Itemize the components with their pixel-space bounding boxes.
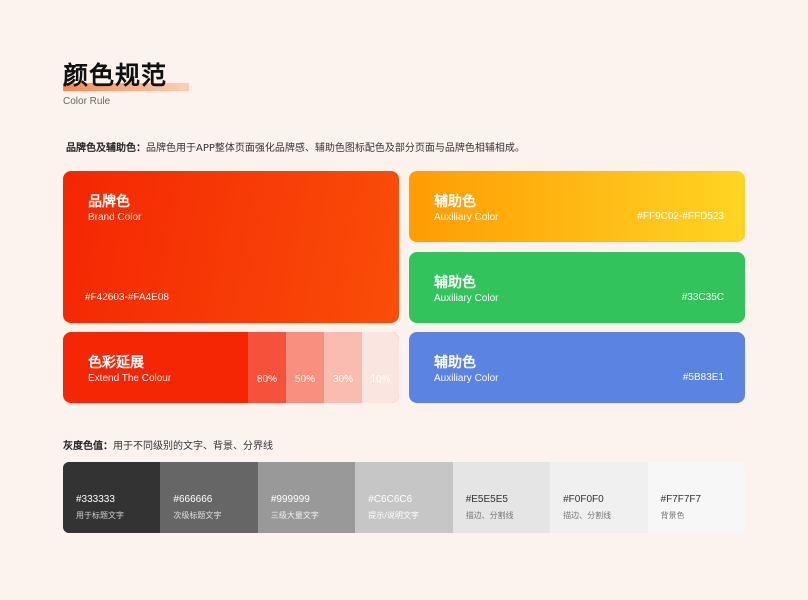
gray-usage: 三级大量文字 <box>270 511 319 520</box>
page-title-block: 颜色规范 <box>63 60 189 92</box>
auxiliary-color-subtitle: Auxiliary Color <box>434 212 499 223</box>
gray-hex: #F7F7F7 <box>660 494 702 505</box>
page-subtitle: Color Rule <box>63 96 111 107</box>
auxiliary-color-title: 辅助色 <box>434 355 476 371</box>
gray-intro: 灰度色值：用于不同级别的文字、背景、分界线 <box>63 437 273 452</box>
gray-swatch: #F7F7F7 背景色 <box>647 462 745 533</box>
gray-usage: 描边、分割线 <box>563 511 612 520</box>
auxiliary-color-subtitle: Auxiliary Color <box>434 293 499 304</box>
auxiliary-color-subtitle: Auxiliary Color <box>434 373 499 384</box>
brand-color-subtitle: Brand Color <box>88 212 142 223</box>
color-extend-title: 色彩延展 <box>88 355 144 371</box>
tint-label: 30% <box>332 374 353 385</box>
color-extend-card: 色彩延展 Extend The Colour 80% 50% 30% 10% <box>63 332 399 403</box>
gray-hex: #999999 <box>270 494 310 505</box>
gray-hex: #333333 <box>76 494 115 505</box>
gray-swatch: #999999 三级大量文字 <box>257 462 356 533</box>
brand-intro-text: 品牌色用于APP整体页面强化品牌感、辅助色图标配色及部分页面与品牌色相辅相成。 <box>146 143 525 154</box>
tint-label: 10% <box>370 374 391 385</box>
gray-hex: #F0F0F0 <box>563 494 604 505</box>
auxiliary-color-card-yellow: 辅助色 Auxiliary Color #FF9C02-#FFD523 <box>409 171 745 242</box>
gray-intro-text: 用于不同级别的文字、背景、分界线 <box>113 441 273 452</box>
brand-intro-label: 品牌色及辅助色： <box>66 143 146 154</box>
gray-hex: #C6C6C6 <box>368 494 413 505</box>
gray-swatch: #666666 次级标题文字 <box>160 462 258 533</box>
auxiliary-color-title: 辅助色 <box>434 275 476 291</box>
brand-color-code: #F42603-#FA4E08 <box>85 292 169 303</box>
gray-swatch: #E5E5E5 描边、分割线 <box>452 462 551 533</box>
auxiliary-color-title: 辅助色 <box>434 194 476 210</box>
gray-swatch: #333333 用于标题文字 <box>63 462 161 533</box>
tint-label: 50% <box>294 374 315 385</box>
tint-label: 80% <box>256 374 277 385</box>
page-title: 颜色规范 <box>63 61 168 90</box>
brand-color-card: 品牌色 Brand Color #F42603-#FA4E08 <box>63 171 399 323</box>
tint-swatch-50: 50% <box>286 332 324 403</box>
brand-intro: 品牌色及辅助色：品牌色用于APP整体页面强化品牌感、辅助色图标配色及部分页面与品… <box>66 139 525 154</box>
gray-swatch: #C6C6C6 提示/说明文字 <box>355 462 453 533</box>
gray-hex: #666666 <box>173 494 213 505</box>
brand-color-title: 品牌色 <box>88 194 130 210</box>
tint-swatch-30: 30% <box>324 332 362 403</box>
auxiliary-color-card-blue: 辅助色 Auxiliary Color #5B83E1 <box>409 332 745 403</box>
tint-swatch-80: 80% <box>248 332 286 403</box>
color-extend-subtitle: Extend The Colour <box>88 373 172 384</box>
gray-usage: 次级标题文字 <box>173 511 222 520</box>
auxiliary-color-code: #5B83E1 <box>682 372 724 383</box>
gray-intro-label: 灰度色值： <box>63 441 113 452</box>
gray-swatch-strip: #333333 用于标题文字 #666666 次级标题文字 #999999 三级大量文… <box>63 462 745 533</box>
gray-usage: 提示/说明文字 <box>368 511 419 520</box>
tint-swatch-10: 10% <box>362 332 399 403</box>
auxiliary-color-card-green: 辅助色 Auxiliary Color #33C35C <box>409 252 745 323</box>
gray-usage: 描边、分割线 <box>465 511 514 520</box>
gray-swatch: #F0F0F0 描边、分割线 <box>550 462 648 533</box>
gray-usage: 背景色 <box>660 511 685 520</box>
auxiliary-color-code: #33C35C <box>681 292 724 303</box>
gray-usage: 用于标题文字 <box>76 511 124 520</box>
gray-hex: #E5E5E5 <box>465 494 508 505</box>
auxiliary-color-code: #FF9C02-#FFD523 <box>637 211 724 222</box>
